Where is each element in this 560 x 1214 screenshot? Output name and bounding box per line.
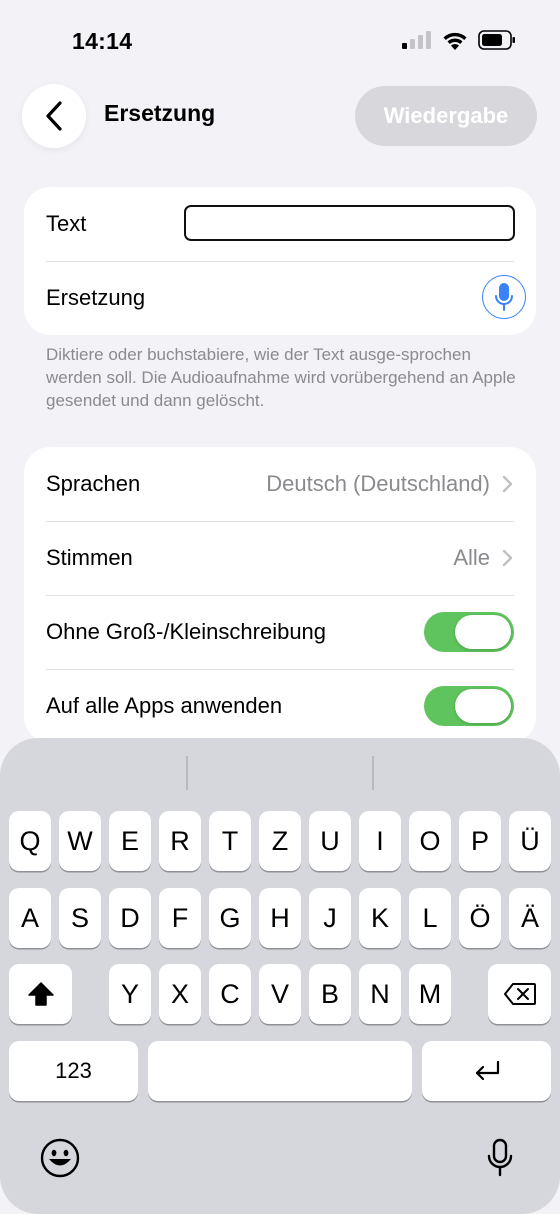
key-m[interactable]: M bbox=[409, 964, 451, 1024]
replacement-label: Ersetzung bbox=[46, 285, 146, 310]
shift-arrow-icon bbox=[27, 982, 54, 1006]
page-title: Ersetzung bbox=[104, 100, 216, 126]
key-h[interactable]: H bbox=[259, 888, 301, 948]
suggestion-divider bbox=[186, 756, 188, 790]
microphone-icon bbox=[495, 283, 513, 311]
key-z[interactable]: Z bbox=[259, 811, 301, 871]
case-insensitive-label: Ohne Groß-/Kleinschreibung bbox=[46, 619, 327, 644]
key-u[interactable]: U bbox=[309, 811, 351, 871]
key-ue[interactable]: Ü bbox=[509, 811, 551, 871]
key-o[interactable]: O bbox=[409, 811, 451, 871]
key-k[interactable]: K bbox=[359, 888, 401, 948]
backspace-icon bbox=[503, 983, 536, 1005]
shift-key[interactable] bbox=[9, 964, 72, 1024]
microphone-icon bbox=[487, 1138, 513, 1177]
toggle-knob bbox=[455, 615, 511, 649]
key-g[interactable]: G bbox=[209, 888, 251, 948]
cellular-signal-icon bbox=[402, 31, 431, 49]
wifi-icon bbox=[443, 32, 467, 50]
status-bar: 14:14 bbox=[0, 0, 560, 80]
return-key[interactable] bbox=[422, 1041, 551, 1101]
status-icons bbox=[402, 30, 516, 50]
key-p[interactable]: P bbox=[459, 811, 501, 871]
key-v[interactable]: V bbox=[259, 964, 301, 1024]
key-j[interactable]: J bbox=[309, 888, 351, 948]
keyboard: Q W E R T Z U I O P Ü A S D F G H J K L … bbox=[0, 738, 560, 1214]
languages-label: Sprachen bbox=[46, 471, 141, 496]
languages-row[interactable]: Sprachen Deutsch (Deutschland) bbox=[24, 447, 536, 521]
key-y[interactable]: Y bbox=[109, 964, 151, 1024]
toggle-knob bbox=[455, 689, 511, 723]
chevron-left-icon bbox=[46, 101, 62, 131]
key-b[interactable]: B bbox=[309, 964, 351, 1024]
space-key[interactable] bbox=[148, 1041, 412, 1101]
all-apps-label: Auf alle Apps anwenden bbox=[46, 693, 283, 718]
key-c[interactable]: C bbox=[209, 964, 251, 1024]
case-insensitive-row: Ohne Groß-/Kleinschreibung bbox=[24, 595, 536, 669]
status-time: 14:14 bbox=[72, 28, 133, 54]
key-l[interactable]: L bbox=[409, 888, 451, 948]
emoji-button[interactable] bbox=[38, 1136, 82, 1180]
numbers-key[interactable]: 123 bbox=[9, 1041, 138, 1101]
voices-value: Alle bbox=[453, 545, 490, 570]
key-ae[interactable]: Ä bbox=[509, 888, 551, 948]
voices-label: Stimmen bbox=[46, 545, 133, 570]
chevron-right-icon bbox=[502, 475, 513, 493]
dictation-button[interactable] bbox=[478, 1134, 522, 1182]
back-button[interactable] bbox=[22, 84, 86, 148]
delete-key[interactable] bbox=[488, 964, 551, 1024]
replacement-row[interactable]: Ersetzung bbox=[24, 261, 536, 335]
case-insensitive-toggle[interactable] bbox=[424, 612, 514, 652]
key-w[interactable]: W bbox=[59, 811, 101, 871]
all-apps-toggle[interactable] bbox=[424, 686, 514, 726]
key-i[interactable]: I bbox=[359, 811, 401, 871]
dictation-footnote: Diktiere oder buchstabiere, wie der Text… bbox=[46, 345, 516, 410]
all-apps-row: Auf alle Apps anwenden bbox=[24, 669, 536, 743]
key-x[interactable]: X bbox=[159, 964, 201, 1024]
voices-row[interactable]: Stimmen Alle bbox=[24, 521, 536, 595]
text-input[interactable] bbox=[184, 205, 515, 241]
battery-icon bbox=[478, 30, 515, 50]
options-group: Sprachen Deutsch (Deutschland) Stimmen A… bbox=[24, 447, 536, 743]
text-row: Text bbox=[24, 187, 536, 261]
key-e[interactable]: E bbox=[109, 811, 151, 871]
key-f[interactable]: F bbox=[159, 888, 201, 948]
key-q[interactable]: Q bbox=[9, 811, 51, 871]
chevron-right-icon bbox=[502, 549, 513, 567]
key-d[interactable]: D bbox=[109, 888, 151, 948]
key-s[interactable]: S bbox=[59, 888, 101, 948]
return-icon bbox=[475, 1060, 499, 1081]
emoji-icon bbox=[40, 1138, 80, 1178]
languages-value: Deutsch (Deutschland) bbox=[266, 471, 490, 496]
playback-button[interactable]: Wiedergabe bbox=[355, 86, 537, 146]
dictate-button[interactable] bbox=[482, 275, 526, 319]
key-r[interactable]: R bbox=[159, 811, 201, 871]
key-t[interactable]: T bbox=[209, 811, 251, 871]
replacement-entry-group: Text Ersetzung bbox=[24, 187, 536, 335]
key-a[interactable]: A bbox=[9, 888, 51, 948]
suggestion-divider bbox=[372, 756, 374, 790]
key-n[interactable]: N bbox=[359, 964, 401, 1024]
key-oe[interactable]: Ö bbox=[459, 888, 501, 948]
